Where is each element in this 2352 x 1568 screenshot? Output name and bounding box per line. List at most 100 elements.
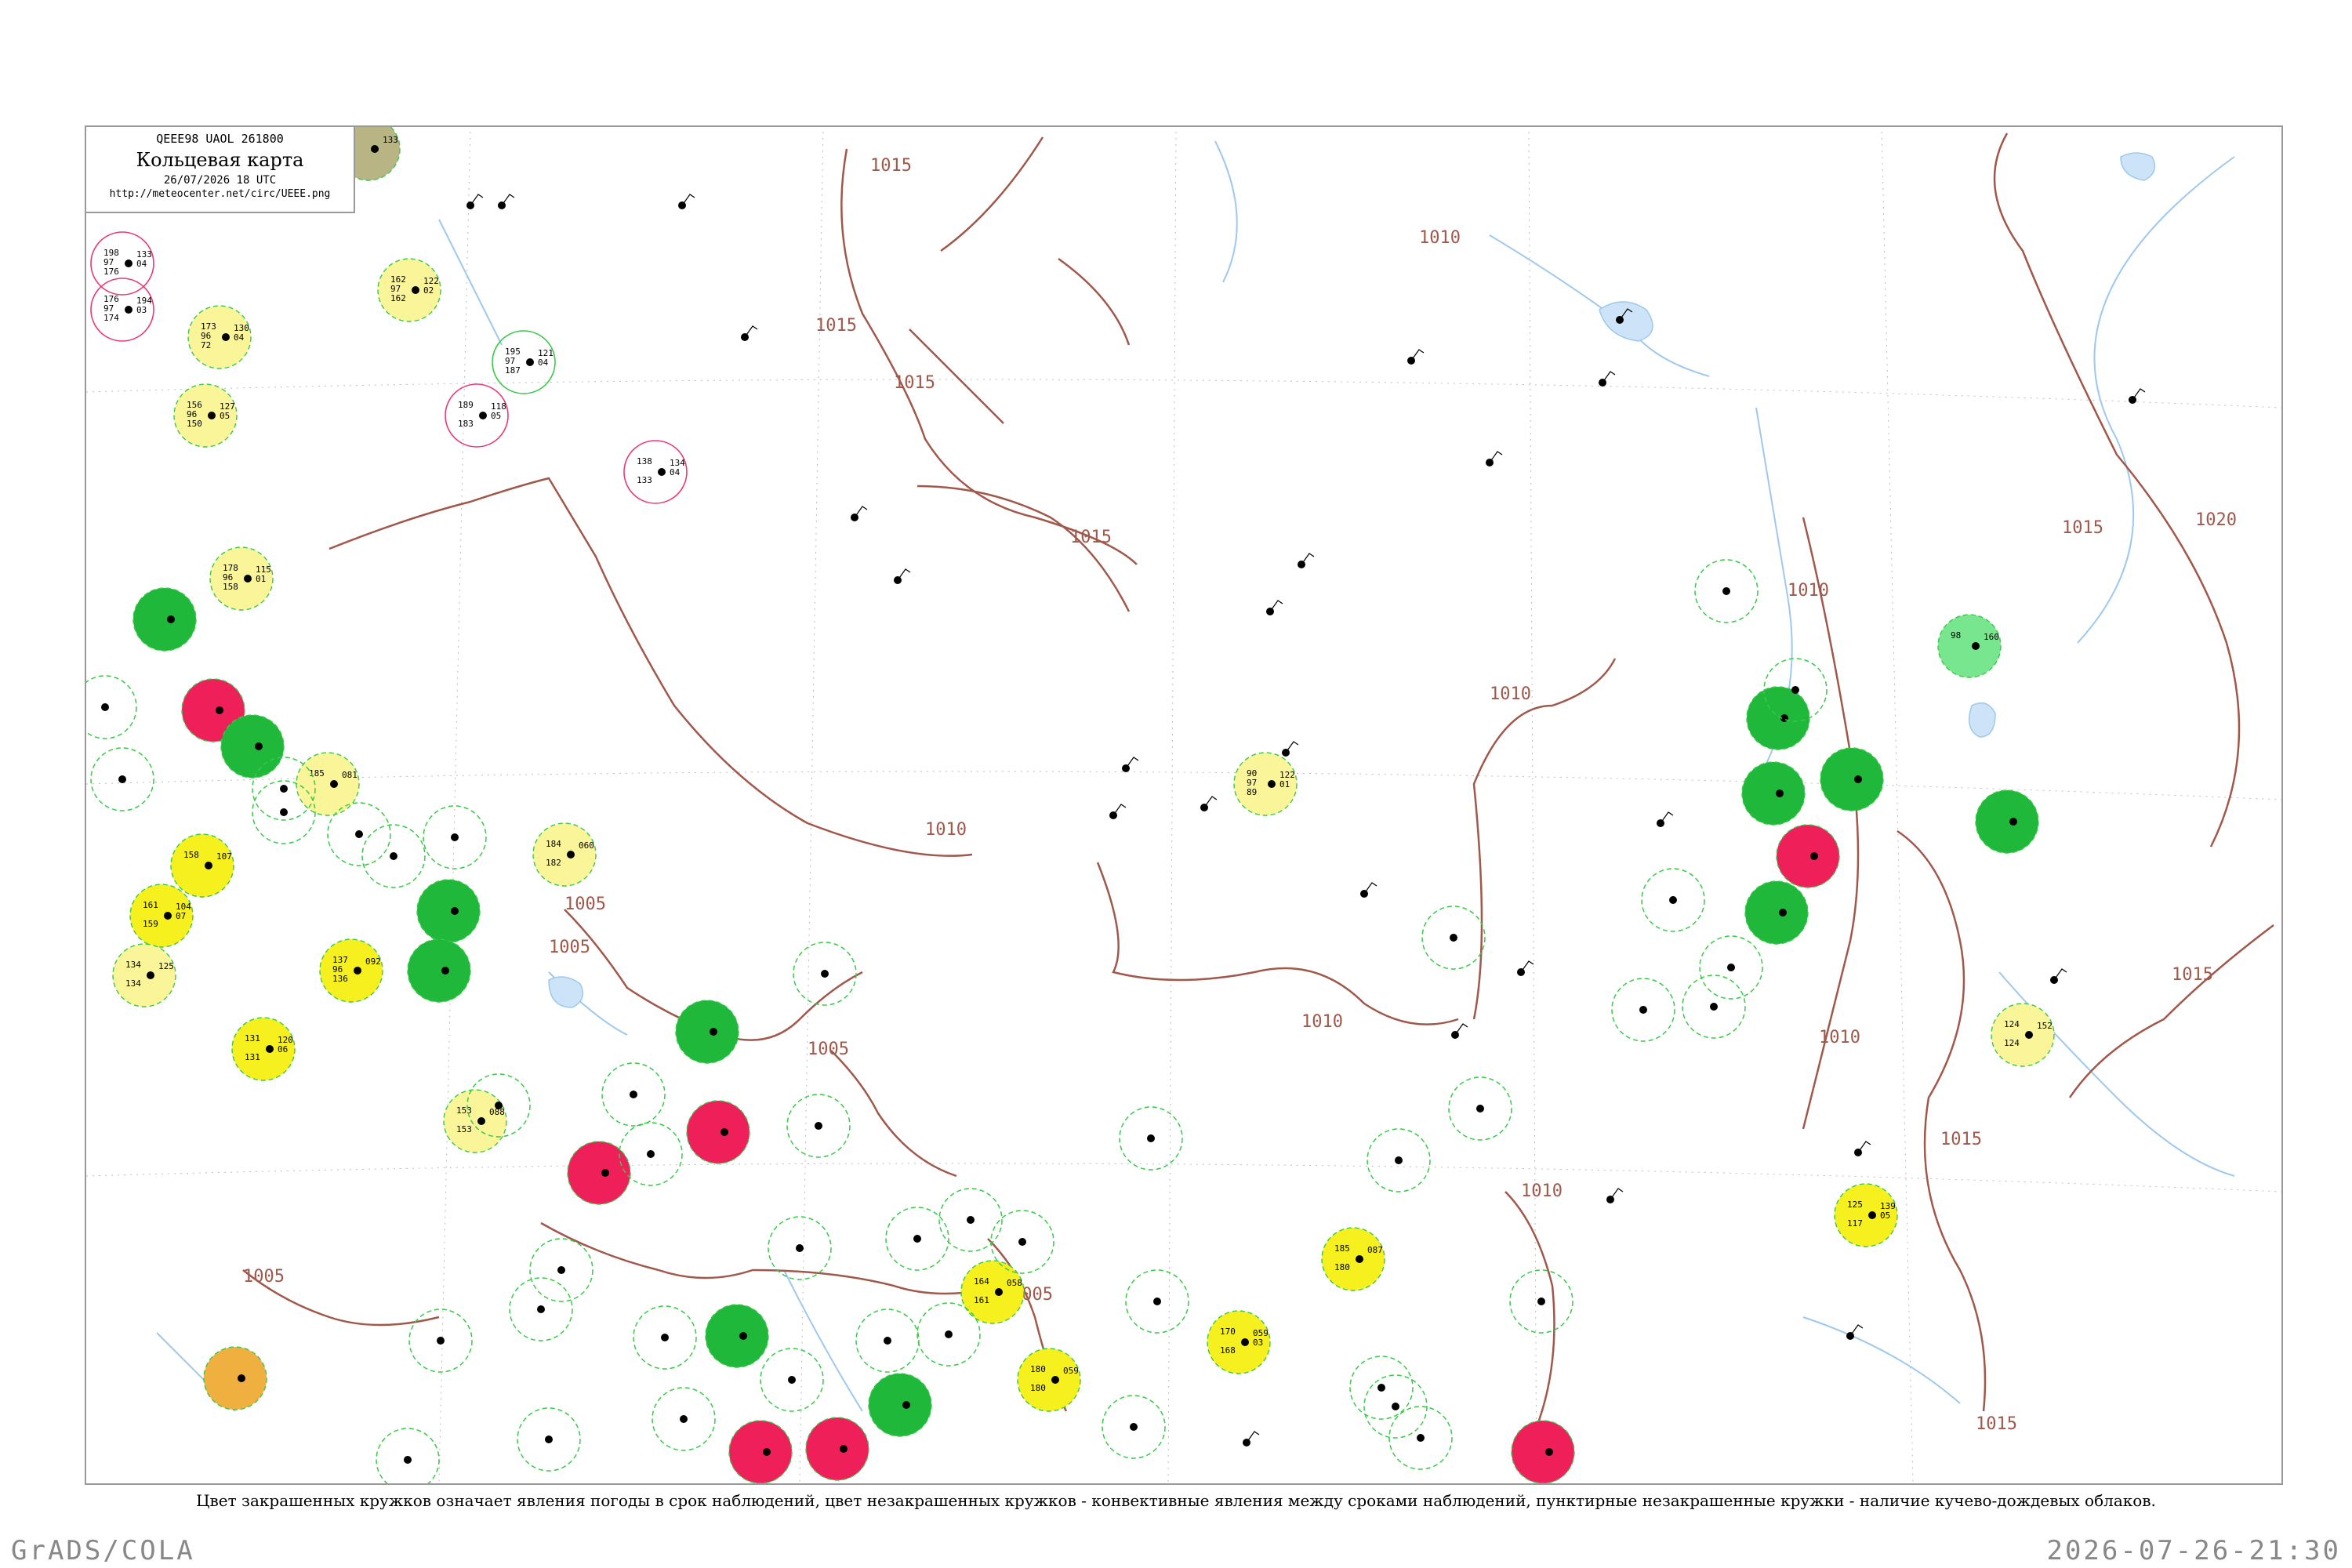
- station-marker: [728, 1420, 793, 1483]
- cloud-cover-icon: [1153, 1298, 1161, 1305]
- station-value: 04: [136, 259, 147, 269]
- cloud-cover-icon: [244, 575, 252, 583]
- station-plot: 173967213004: [187, 305, 252, 369]
- station-value: 125: [1847, 1200, 1863, 1210]
- cloud-cover-icon: [1710, 1003, 1718, 1011]
- lakes: [548, 152, 2156, 1008]
- station-marker: [960, 1260, 1025, 1324]
- isobar-label: 1015: [1976, 1414, 2017, 1434]
- station-value: 158: [183, 850, 199, 860]
- cloud-cover-icon: [1972, 642, 1980, 650]
- cloud-cover-icon: [720, 1128, 728, 1136]
- map-timestamp: 26/07/2026 18 UTC: [163, 174, 277, 187]
- cloud-cover-icon: [238, 1374, 245, 1382]
- cloud-cover-icon: [1722, 587, 1730, 595]
- station-value: 161: [143, 900, 158, 910]
- cloud-cover-icon: [255, 742, 263, 750]
- cloud-cover-icon: [796, 1244, 804, 1252]
- station-value: 059: [1063, 1366, 1079, 1376]
- source-url: http://meteocenter.net/circ/UEEE.png: [109, 188, 331, 200]
- station-value: 133: [637, 475, 652, 485]
- cloud-cover-icon: [1779, 909, 1787, 916]
- cloud-cover-icon: [1130, 1423, 1138, 1431]
- station-plot: [705, 1304, 769, 1368]
- station-plot: 153153088: [443, 1089, 507, 1153]
- isobar-label: 1015: [815, 316, 857, 336]
- station-plot: [868, 1373, 932, 1437]
- cloud-cover-icon: [441, 967, 449, 975]
- cloud-cover-icon: [710, 1028, 717, 1036]
- station-value: 158: [223, 582, 238, 592]
- cloud-cover-icon: [495, 1102, 503, 1109]
- station-value: 184: [546, 839, 561, 849]
- station-plot: 134 134 125: [112, 943, 176, 1007]
- cloud-cover-icon: [821, 970, 829, 978]
- station-value: 131: [245, 1033, 260, 1044]
- isobar-label: 1005: [549, 938, 590, 957]
- station-value: 72: [201, 340, 211, 350]
- station-plot: 13813313404: [623, 440, 688, 504]
- isobar-label: 1005: [564, 895, 606, 914]
- stations-layer: 19897176133041769717419403 173967213004 15…: [86, 127, 2146, 1483]
- station-marker: [868, 1373, 932, 1437]
- isobar-label: 1010: [1490, 684, 1531, 704]
- station-marker: [1937, 614, 2002, 678]
- cloud-cover-icon: [2009, 818, 2017, 826]
- station-value: 164: [974, 1276, 989, 1287]
- cloud-cover-icon: [601, 1169, 609, 1177]
- station-plot: 13796136092: [319, 938, 383, 1003]
- station-plot: 18918311805: [445, 383, 509, 448]
- station-value: 98: [1951, 630, 1961, 641]
- cloud-cover-icon: [479, 412, 487, 419]
- station-marker: [296, 752, 360, 816]
- cloud-cover-icon: [147, 971, 154, 979]
- station-value: 04: [538, 358, 549, 368]
- station-plot: [1746, 686, 1810, 750]
- station-value: 060: [579, 840, 594, 851]
- cloud-cover-icon: [354, 967, 361, 975]
- cloud-cover-icon: [1810, 852, 1818, 860]
- cloud-cover-icon: [222, 333, 230, 341]
- map-caption: Цвет закрашенных кружков означает явлени…: [196, 1491, 2156, 1510]
- cloud-cover-icon: [451, 907, 459, 915]
- cloud-cover-icon: [1268, 780, 1276, 788]
- cloud-cover-icon: [630, 1091, 637, 1098]
- isobar-label: 1015: [2062, 518, 2103, 538]
- station-plot: 90978912201: [1233, 752, 1298, 816]
- cloud-cover-icon: [647, 1150, 655, 1158]
- station-plot: [1820, 747, 1884, 811]
- station-value: 131: [245, 1052, 260, 1062]
- station-marker: [1017, 1348, 1081, 1412]
- cloud-cover-icon: [1727, 964, 1735, 971]
- station-marker: [416, 879, 481, 943]
- station-marker: [705, 1304, 769, 1368]
- station-plot: [1975, 789, 2039, 854]
- rivers: [156, 140, 2235, 1412]
- station-value: 138: [637, 456, 652, 466]
- station-value: 180: [1334, 1262, 1350, 1272]
- station-marker: [1991, 1003, 2055, 1067]
- graticule: [86, 127, 2281, 1483]
- station-plot: 1789615811501: [209, 546, 274, 611]
- cloud-cover-icon: [567, 851, 575, 858]
- station-plot: [407, 938, 471, 1003]
- station-value: 182: [546, 858, 561, 868]
- cloud-cover-icon: [815, 1122, 822, 1130]
- station-plot: [132, 587, 197, 652]
- station-value: 01: [256, 574, 266, 584]
- station-value: 162: [390, 293, 406, 303]
- station-plot: 185 180 087: [1321, 1227, 1385, 1291]
- cloud-cover-icon: [1537, 1298, 1545, 1305]
- cloud-cover-icon: [1395, 1156, 1403, 1164]
- bulletin-codes: QEEE98 UAOL 261800: [156, 132, 284, 146]
- station-value: 152: [2037, 1021, 2053, 1031]
- map-title: Кольцевая карта: [136, 149, 304, 171]
- station-value: 183: [458, 419, 474, 429]
- station-value: 89: [1247, 787, 1257, 797]
- cloud-cover-icon: [404, 1456, 412, 1464]
- isobar-label: 1010: [1788, 581, 1829, 601]
- map-header: QEEE98 UAOL 261800 Кольцевая карта 26/07…: [85, 125, 355, 213]
- station-plot: 98 160: [1937, 614, 2002, 678]
- station-plot: [728, 1420, 793, 1483]
- cloud-cover-icon: [164, 912, 172, 920]
